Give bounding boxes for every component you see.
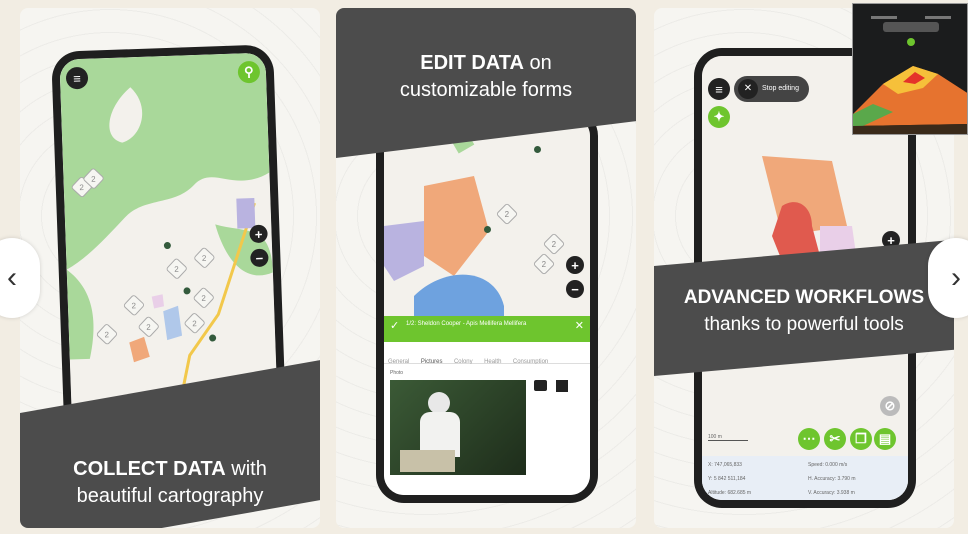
phone-mockup: 2 2 2 + − 1/2: Sheldon Cooper - Apis Mel…: [376, 108, 598, 503]
zoom-out-icon[interactable]: −: [566, 280, 584, 298]
photo-label: Photo: [390, 370, 404, 376]
beekeeper-photo[interactable]: [390, 380, 526, 475]
form-body: Photo: [384, 364, 590, 495]
compass-icon[interactable]: ✦: [708, 106, 730, 128]
zoom-in-icon[interactable]: +: [566, 256, 584, 274]
point-marker[interactable]: [534, 146, 541, 153]
screenshot-card-collect[interactable]: 2 2 2 2 2 2 2 2 2 ≡ ⚲ + − COLLECT DATA w…: [20, 8, 320, 528]
drone-terrain-image: [853, 4, 967, 134]
chevron-right-icon: ›: [951, 261, 961, 294]
copy-tool-icon[interactable]: ❐: [850, 428, 872, 450]
screenshot-card-edit[interactable]: 2 2 2 + − 1/2: Sheldon Cooper - Apis Mel…: [336, 8, 636, 528]
panel-caption: EDIT DATA on customizable forms: [399, 52, 573, 101]
gallery-icon[interactable]: [556, 380, 568, 392]
screenshot-carousel: 2 2 2 2 2 2 2 2 2 ≡ ⚲ + − COLLECT DATA w…: [0, 0, 968, 534]
panel-caption: ADVANCED WORKFLOWS thanks to powerful to…: [683, 287, 925, 335]
menu-icon[interactable]: ≡: [708, 78, 730, 100]
chevron-left-icon: ‹: [7, 261, 17, 294]
check-icon[interactable]: ✓: [390, 321, 399, 332]
form-tabs: General Pictures Colony Health Consumpti…: [384, 342, 590, 365]
split-tool-icon[interactable]: ✂: [824, 428, 846, 450]
camera-icon[interactable]: [534, 380, 547, 391]
table-tool-icon[interactable]: ▤: [874, 428, 896, 450]
gps-readout: X: 747,065,833 Speed: 0.000 m/s Y: 5 842…: [702, 456, 908, 500]
carousel-next-button[interactable]: ›: [928, 238, 968, 318]
form-screen: 2 2 2 + − 1/2: Sheldon Cooper - Apis Mel…: [384, 116, 590, 495]
snap-tool-icon[interactable]: ⋯: [798, 428, 820, 450]
form-title: 1/2: Sheldon Cooper - Apis Mellifera Mel…: [406, 321, 527, 327]
panel-caption: COLLECT DATA with beautiful cartography: [73, 458, 267, 507]
point-marker[interactable]: [484, 226, 491, 233]
scale-bar: 100 m: [708, 434, 748, 441]
close-icon[interactable]: ✕: [575, 321, 584, 332]
form-header: 1/2: Sheldon Cooper - Apis Mellifera Mel…: [384, 316, 590, 342]
close-icon: ✕: [738, 79, 758, 99]
drone-terrain-thumbnail: [852, 3, 968, 135]
stop-editing-button[interactable]: ✕ Stop editing: [734, 76, 809, 102]
carousel-prev-button[interactable]: ‹: [0, 238, 40, 318]
disable-icon[interactable]: ⊘: [880, 396, 900, 416]
